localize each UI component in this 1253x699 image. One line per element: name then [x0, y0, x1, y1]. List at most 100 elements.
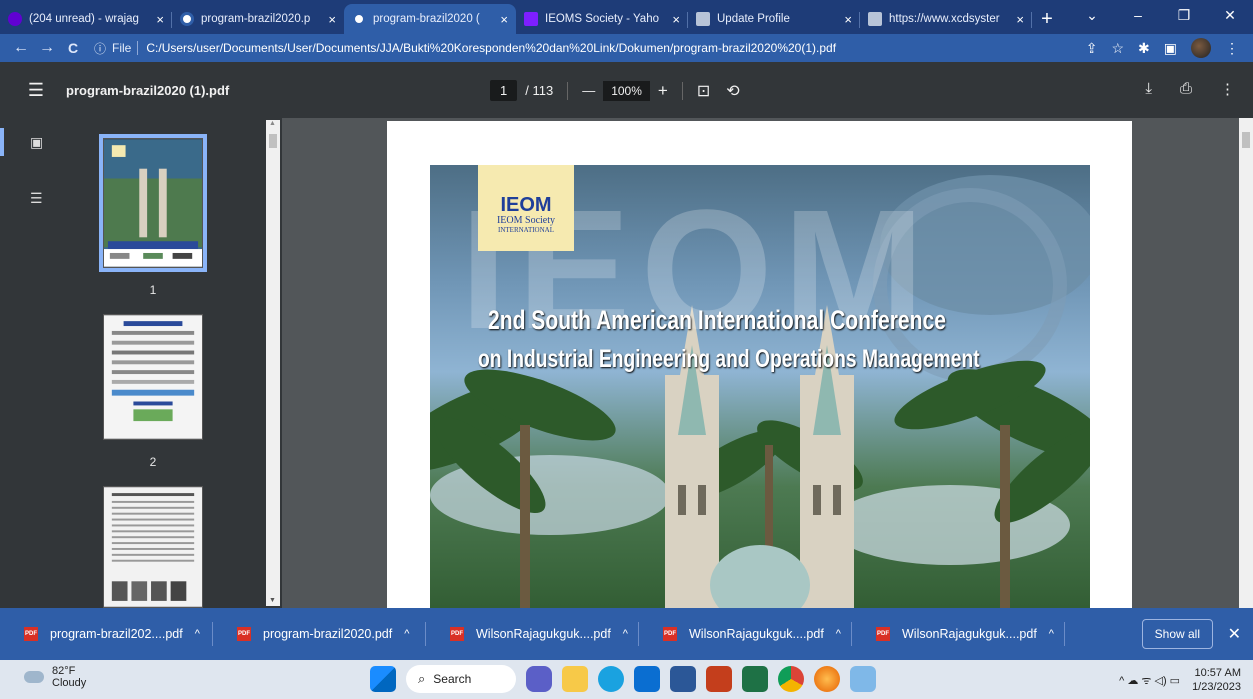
tab-ieoms-yahoo[interactable]: IEOMS Society - Yaho ×: [516, 4, 688, 34]
tab-yahoo-mail[interactable]: (204 unread) - wrajag ×: [0, 4, 172, 34]
more-actions-icon[interactable]: ⋮: [1220, 80, 1235, 98]
close-tab-icon[interactable]: ×: [1016, 12, 1024, 27]
close-download-bar-icon[interactable]: ✕: [1228, 624, 1241, 644]
close-tab-icon[interactable]: ×: [156, 12, 164, 27]
thumbnail-label: 2: [149, 455, 157, 469]
scrollbar-thumb[interactable]: [269, 134, 277, 148]
page-thumbnail-2[interactable]: 2: [103, 314, 203, 469]
page-controls: 1 / 113 — 100% + ⊡ ⟲: [490, 80, 740, 101]
date: 1/23/2023: [1192, 681, 1241, 693]
menu-icon[interactable]: ☰: [16, 80, 56, 101]
side-panel-icon[interactable]: ▣: [1164, 40, 1177, 57]
chat-icon[interactable]: [526, 666, 552, 692]
toolbar-actions: ⇪ ☆ ✱ ▣ ⋮: [1086, 38, 1239, 58]
download-item[interactable]: PDF WilsonRajagukguk....pdf ^: [426, 608, 639, 660]
pdf-toolbar: ☰ program-brazil2020 (1).pdf 1 / 113 — 1…: [0, 62, 1253, 118]
print-icon[interactable]: ⎙: [1180, 80, 1192, 98]
yahoo-mail-icon: [8, 12, 22, 26]
restore-button[interactable]: ❐: [1161, 0, 1207, 30]
close-tab-icon[interactable]: ×: [672, 12, 680, 27]
chevron-up-icon[interactable]: ^: [1049, 628, 1054, 640]
chevron-up-icon[interactable]: ^: [623, 628, 628, 640]
mail-icon[interactable]: [634, 666, 660, 692]
chrome-menu-icon[interactable]: ⋮: [1225, 40, 1239, 57]
thumbnails-icon[interactable]: ▣: [30, 134, 46, 150]
close-tab-icon[interactable]: ×: [500, 12, 508, 27]
download-item[interactable]: PDF WilsonRajagukguk....pdf ^: [639, 608, 852, 660]
extensions-icon[interactable]: ✱: [1138, 40, 1150, 57]
new-tab-button[interactable]: +: [1032, 4, 1062, 34]
site-icon: [696, 12, 710, 26]
rotate-icon[interactable]: ⟲: [726, 81, 739, 101]
download-filename: program-brazil202....pdf: [50, 627, 183, 641]
page-number-input[interactable]: 1: [490, 80, 518, 101]
download-icon[interactable]: ⤓: [1145, 80, 1152, 98]
temperature: 82°F: [52, 665, 76, 677]
scroll-down-icon[interactable]: ▼: [269, 597, 276, 604]
excel-icon[interactable]: [742, 666, 768, 692]
tab-title: program-brazil2020.p: [201, 13, 311, 25]
back-button[interactable]: ←: [8, 39, 34, 57]
page-thumbnail-3[interactable]: [103, 486, 203, 611]
show-all-button[interactable]: Show all: [1141, 619, 1213, 649]
chevron-up-icon[interactable]: ^: [195, 628, 200, 640]
minimize-button[interactable]: –: [1115, 0, 1161, 30]
document-outline-icon[interactable]: ☰: [30, 190, 46, 206]
share-icon[interactable]: ⇪: [1086, 40, 1098, 57]
firefox-icon[interactable]: [814, 666, 840, 692]
download-item[interactable]: PDF program-brazil2020.pdf ^: [213, 608, 426, 660]
zoom-in-button[interactable]: +: [658, 81, 668, 101]
forward-button[interactable]: →: [34, 39, 60, 57]
tab-search-icon[interactable]: ⌄: [1069, 0, 1115, 30]
close-tab-icon[interactable]: ×: [844, 12, 852, 27]
chevron-up-icon[interactable]: ^: [404, 628, 409, 640]
chrome-pdf-icon: [180, 12, 194, 26]
tray-icons[interactable]: ^ ☁ ᯤ ◁) ▭: [1119, 673, 1180, 688]
search-label: Search: [433, 672, 472, 686]
download-item[interactable]: PDF WilsonRajagukguk....pdf ^: [852, 608, 1065, 660]
chrome-icon[interactable]: [778, 666, 804, 692]
app-icon[interactable]: [850, 666, 876, 692]
close-tab-icon[interactable]: ×: [328, 12, 336, 27]
reload-button[interactable]: C: [60, 40, 86, 56]
weather-widget[interactable]: 82°F Cloudy: [24, 665, 86, 689]
chevron-up-icon[interactable]: ^: [836, 628, 841, 640]
logo-main-text: IEOM: [500, 194, 552, 216]
page-total: / 113: [525, 83, 554, 98]
word-icon[interactable]: [670, 666, 696, 692]
scroll-up-icon[interactable]: ▲: [269, 120, 276, 127]
viewer-scrollbar[interactable]: [1239, 118, 1253, 608]
taskbar-search[interactable]: ⌕ Search: [406, 665, 516, 693]
tab-xcdsystem[interactable]: https://www.xcdsyster ×: [860, 4, 1032, 34]
clock[interactable]: 10:57 AM 1/23/2023: [1192, 666, 1241, 694]
powerpoint-icon[interactable]: [706, 666, 732, 692]
tab-program-brazil2020[interactable]: program-brazil2020.p ×: [172, 4, 344, 34]
fit-page-icon[interactable]: ⊡: [697, 81, 710, 101]
page-thumbnail-1[interactable]: 1: [99, 134, 207, 297]
pdf-page: IEOM IEOM IEOM Society INTERNATIONAL 2nd…: [387, 121, 1132, 608]
windows-start-icon[interactable]: [370, 666, 396, 692]
chrome-pdf-icon: [352, 12, 366, 26]
file-explorer-icon[interactable]: [562, 666, 588, 692]
zoom-input[interactable]: 100%: [603, 80, 650, 101]
sidebar-scrollbar[interactable]: ▲ ▼: [266, 120, 280, 606]
pdf-file-icon: PDF: [237, 627, 251, 641]
scrollbar-thumb[interactable]: [1242, 132, 1250, 148]
download-item[interactable]: PDF program-brazil202....pdf ^: [0, 608, 213, 660]
close-window-button[interactable]: ✕: [1207, 0, 1253, 30]
zoom-out-button[interactable]: —: [582, 83, 595, 98]
profile-avatar[interactable]: [1191, 38, 1211, 58]
tab-update-profile[interactable]: Update Profile ×: [688, 4, 860, 34]
bookmark-star-icon[interactable]: ☆: [1111, 40, 1124, 57]
tab-strip: (204 unread) - wrajag × program-brazil20…: [0, 0, 1253, 34]
tab-separator: [1031, 12, 1032, 28]
address-bar[interactable]: ⓘ File C:/Users/user/Documents/User/Docu…: [94, 36, 1086, 60]
url-text[interactable]: C:/Users/user/Documents/User/Documents/J…: [146, 41, 836, 55]
pdf-viewer[interactable]: IEOM IEOM IEOM Society INTERNATIONAL 2nd…: [282, 118, 1253, 608]
tab-program-brazil2020-1[interactable]: program-brazil2020 ( ×: [344, 4, 516, 34]
divider: [681, 81, 683, 100]
edge-icon[interactable]: [598, 666, 624, 692]
site-info-icon[interactable]: ⓘ: [94, 40, 106, 57]
cover-title-line2: on Industrial Engineering and Operations…: [478, 345, 980, 373]
pdf-file-icon: PDF: [24, 627, 38, 641]
